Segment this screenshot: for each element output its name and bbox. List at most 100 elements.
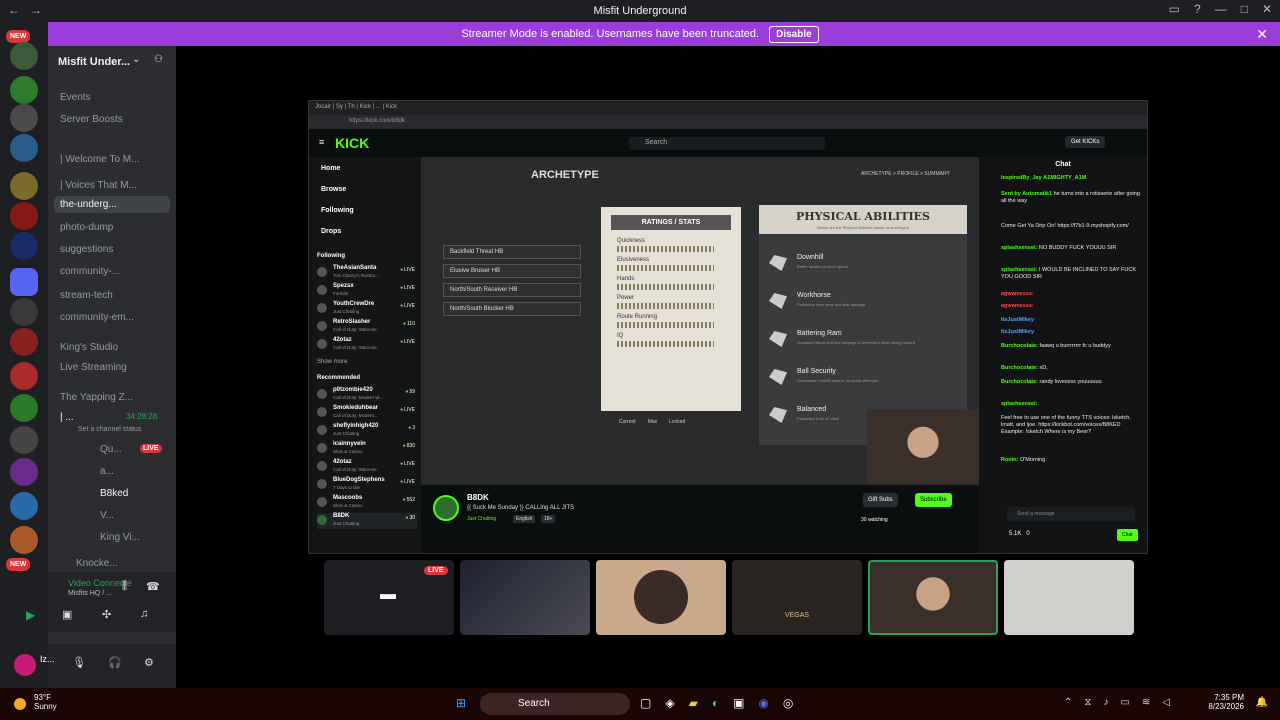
- channel-row[interactable]: MascoobsSlots & Casino552: [317, 495, 417, 511]
- server-icon[interactable]: [10, 298, 38, 326]
- guild-name[interactable]: Misfit Under...: [58, 56, 130, 68]
- channel-item[interactable]: community-em...: [60, 312, 134, 323]
- channel-row[interactable]: 42otazCall of Duty: WarzoneLIVE: [317, 337, 417, 353]
- file-explorer-icon[interactable]: ▰: [689, 696, 698, 710]
- copilot-icon[interactable]: ◈: [665, 696, 674, 710]
- call-tile-speaking[interactable]: [868, 560, 998, 635]
- channel-row[interactable]: SpezsxFortniteLIVE: [317, 283, 417, 299]
- chat-input[interactable]: Send a message: [1007, 507, 1135, 521]
- channel-item[interactable]: Live Streaming: [60, 362, 127, 373]
- weather-widget[interactable]: 93°F Sunny: [34, 693, 57, 711]
- call-tile[interactable]: [1004, 560, 1134, 635]
- voice-channel[interactable]: Knocke...: [76, 558, 118, 569]
- stream-tag[interactable]: English: [513, 515, 536, 523]
- channel-row[interactable]: sheflyinhigh420Just Chatting3: [317, 423, 417, 439]
- stream-tag[interactable]: 18+: [541, 515, 556, 523]
- streamer-avatar[interactable]: [433, 495, 459, 521]
- subscribe-button[interactable]: Subscribe: [915, 493, 952, 507]
- channel-category[interactable]: | Welcome To M...: [60, 154, 139, 165]
- inbox-icon[interactable]: ▭: [1169, 2, 1180, 16]
- server-icon[interactable]: [10, 328, 38, 356]
- channel-status[interactable]: Set a channel status: [78, 426, 141, 433]
- server-icon[interactable]: [10, 362, 38, 390]
- activities-icon[interactable]: ✣: [102, 608, 111, 621]
- channel-row[interactable]: 42otazCall of Duty: WarzoneLIVE: [317, 459, 417, 475]
- taskbar-search[interactable]: Search: [480, 693, 630, 715]
- nav-drops[interactable]: Drops: [321, 228, 341, 235]
- channel-events[interactable]: Events: [60, 92, 91, 103]
- close-window-icon[interactable]: ✕: [1262, 2, 1272, 16]
- nav-home[interactable]: Home: [321, 165, 340, 172]
- call-tile[interactable]: VEGAS: [732, 560, 862, 635]
- user-name[interactable]: Iz...: [40, 654, 55, 664]
- channel-row[interactable]: SmokieduhbearCall of Duty: Modern...LIVE: [317, 405, 417, 421]
- avatar[interactable]: [14, 654, 36, 676]
- server-icon[interactable]: [10, 526, 38, 554]
- notification-icon[interactable]: 🔔: [1256, 697, 1268, 708]
- mic-icon[interactable]: 🎙: [72, 656, 86, 669]
- mic-icon[interactable]: ♪: [1103, 697, 1108, 708]
- server-icon[interactable]: [10, 458, 38, 486]
- noise-icon[interactable]: ⫼: [122, 580, 127, 593]
- discord-icon[interactable]: ◉: [758, 696, 768, 710]
- channel-item[interactable]: photo-dump: [60, 222, 113, 233]
- kick-logo[interactable]: KICK: [335, 135, 369, 151]
- maximize-icon[interactable]: □: [1241, 2, 1248, 16]
- server-icon[interactable]: [10, 232, 38, 260]
- server-icon[interactable]: [10, 426, 38, 454]
- channel-row[interactable]: p0tzombie420Call of Duty: Modern W...59: [317, 387, 417, 403]
- show-more-link[interactable]: Show more: [317, 359, 347, 365]
- send-chat-button[interactable]: Chat: [1117, 529, 1138, 541]
- menu-icon[interactable]: ≡: [319, 137, 324, 147]
- call-tile[interactable]: [460, 560, 590, 635]
- disconnect-icon[interactable]: ☎: [146, 580, 160, 593]
- channel-row[interactable]: icainnyveinSlots & Casino830: [317, 441, 417, 457]
- gift-subs-button[interactable]: Gift Subs: [863, 493, 898, 507]
- kick-search[interactable]: Search: [629, 137, 825, 150]
- voice-user[interactable]: a...: [100, 466, 114, 477]
- channel-server-boosts[interactable]: Server Boosts: [60, 114, 123, 125]
- channel-row[interactable]: RetroSlasherCall of Duty: Warzone110: [317, 319, 417, 335]
- voice-user[interactable]: B8ked: [100, 488, 128, 499]
- channel-category[interactable]: | Voices That M...: [60, 180, 137, 191]
- wifi-icon[interactable]: ≋: [1142, 697, 1150, 708]
- stream-category[interactable]: Just Chatting: [467, 516, 496, 522]
- obs-icon[interactable]: ◎: [783, 696, 793, 710]
- category-label[interactable]: King's Studio: [60, 342, 118, 353]
- channel-row[interactable]: TheAsianSantaTom Clancy's Rainbo...LIVE: [317, 265, 417, 281]
- folder-icon[interactable]: [10, 268, 38, 296]
- store-icon[interactable]: ▣: [733, 696, 744, 710]
- channel-item[interactable]: community-...: [60, 266, 120, 277]
- server-icon[interactable]: [10, 76, 38, 104]
- server-icon[interactable]: [10, 104, 38, 132]
- network-icon[interactable]: ⧖: [1084, 697, 1091, 708]
- edge-icon[interactable]: ◐: [712, 696, 719, 710]
- streamer-name[interactable]: B8DK: [467, 493, 489, 502]
- help-icon[interactable]: ?: [1194, 2, 1201, 16]
- server-icon[interactable]: [10, 134, 38, 162]
- voice-user[interactable]: King Vi...: [100, 532, 140, 543]
- gear-icon[interactable]: ⚙: [144, 656, 154, 669]
- channel-item[interactable]: stream-tech: [60, 290, 113, 301]
- minimize-icon[interactable]: —: [1215, 2, 1227, 16]
- voice-user[interactable]: V...: [100, 510, 114, 521]
- call-tile[interactable]: [596, 560, 726, 635]
- task-view-icon[interactable]: ▢: [640, 696, 651, 710]
- display-icon[interactable]: ▭: [1120, 697, 1129, 708]
- server-icon[interactable]: [10, 42, 38, 70]
- call-tile[interactable]: ▬ LIVE: [324, 560, 454, 635]
- channel-row[interactable]: YouthCrewDreJust ChattingLIVE: [317, 301, 417, 317]
- channel-active[interactable]: the-underg...: [54, 196, 170, 213]
- voice-user[interactable]: Qu...: [100, 444, 122, 455]
- channel-item[interactable]: The Yapping Z...: [60, 392, 133, 403]
- clock[interactable]: 7:35 PM 8/23/2026: [1208, 693, 1244, 711]
- channel-row[interactable]: BlueDogStephens7 Days to DieLIVE: [317, 477, 417, 493]
- headphones-icon[interactable]: 🎧: [108, 656, 122, 669]
- nav-following[interactable]: Following: [321, 207, 354, 214]
- voice-channel[interactable]: | ...: [60, 412, 74, 423]
- chevron-down-icon[interactable]: ⌄: [132, 54, 140, 65]
- get-kicks-button[interactable]: Get KICKs: [1065, 136, 1106, 148]
- windows-start-icon[interactable]: ⊞: [456, 696, 466, 710]
- volume-icon[interactable]: ◁: [1162, 697, 1170, 708]
- server-icon[interactable]: [10, 202, 38, 230]
